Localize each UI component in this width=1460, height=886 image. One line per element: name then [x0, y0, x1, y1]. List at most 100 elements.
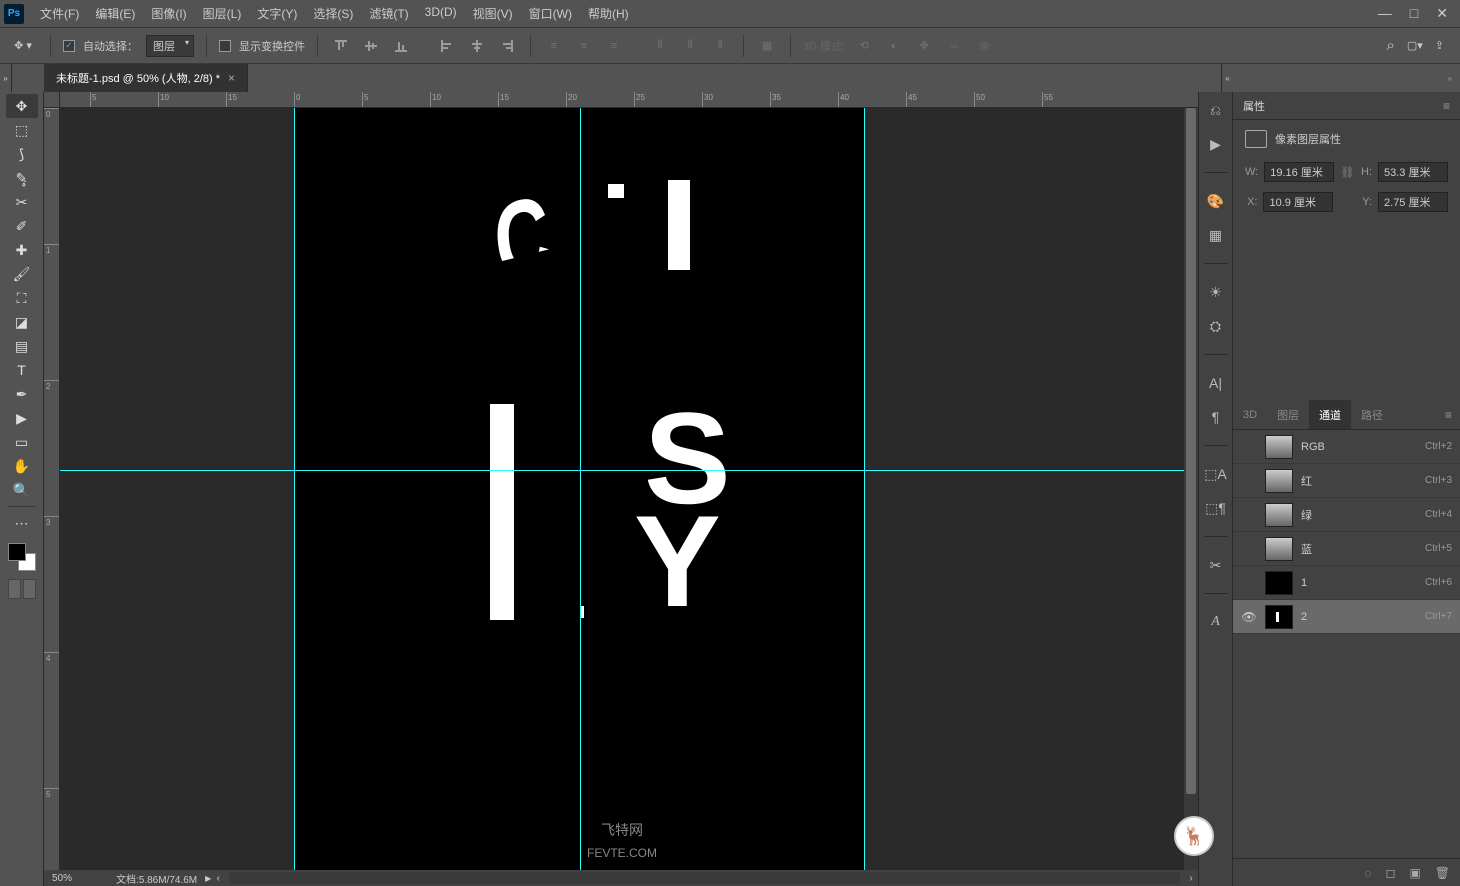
hand-tool[interactable]: ✋ [6, 454, 38, 478]
move-tool-icon[interactable]: ✥ ▾ [8, 34, 38, 58]
edit-toolbar[interactable]: ⋯ [6, 511, 38, 535]
screen-mode-icon[interactable]: ▢▾ [1407, 39, 1423, 52]
horizontal-scrollbar[interactable] [229, 872, 1180, 884]
channel-row[interactable]: 蓝Ctrl+5 [1233, 532, 1460, 566]
doc-info[interactable]: 文档:5.86M/74.6M [108, 871, 205, 886]
marquee-tool[interactable]: ⬚ [6, 118, 38, 142]
load-selection-icon[interactable]: ◌ [1364, 866, 1371, 880]
pen-tool[interactable]: ✒ [6, 382, 38, 406]
menu-item[interactable]: 帮助(H) [580, 5, 637, 22]
menu-item[interactable]: 图像(I) [143, 5, 194, 22]
channel-row[interactable]: RGBCtrl+2 [1233, 430, 1460, 464]
channel-row[interactable]: 👁2Ctrl+7 [1233, 600, 1460, 634]
healing-tool[interactable]: ✚ [6, 238, 38, 262]
glyphs-panel-icon[interactable]: A [1204, 610, 1228, 634]
vertical-ruler[interactable]: 012345 [44, 108, 60, 870]
adjustments-panel-icon[interactable]: ☀ [1204, 280, 1228, 304]
align-bottom-icon[interactable] [390, 35, 412, 57]
collapse-dock-handle[interactable]: « [1221, 64, 1233, 92]
minimize-button[interactable]: — [1378, 5, 1392, 22]
search-icon[interactable]: ⌕ [1386, 37, 1394, 54]
channel-row[interactable]: 1Ctrl+6 [1233, 566, 1460, 600]
menu-item[interactable]: 文字(Y) [249, 5, 305, 22]
link-dimensions-icon[interactable]: ⛓ [1340, 164, 1354, 180]
align-vcenter-icon[interactable] [360, 35, 382, 57]
scroll-left-arrow[interactable]: ‹ [211, 873, 225, 884]
maximize-button[interactable]: □ [1410, 5, 1418, 22]
align-hcenter-icon[interactable] [466, 35, 488, 57]
menu-item[interactable]: 视图(V) [465, 5, 521, 22]
align-top-icon[interactable] [330, 35, 352, 57]
visibility-toggle[interactable]: 👁 [1241, 610, 1257, 624]
guide-horizontal[interactable] [60, 470, 1184, 471]
quick-select-tool[interactable]: ✎̥ [6, 166, 38, 190]
eyedropper-tool[interactable]: ✐ [6, 214, 38, 238]
menu-item[interactable]: 编辑(E) [87, 5, 143, 22]
tab-channels[interactable]: 通道 [1309, 400, 1351, 429]
guide-vertical[interactable] [580, 108, 581, 870]
x-input[interactable] [1263, 192, 1333, 212]
history-panel-icon[interactable]: ⎌ [1204, 98, 1228, 122]
canvas-viewport[interactable]: C S Y 飞特网 FEVTE.COM [60, 108, 1184, 870]
menu-item[interactable]: 文件(F) [32, 5, 87, 22]
quickmask-toggle[interactable] [8, 579, 36, 599]
color-swatch[interactable] [8, 543, 36, 571]
crop-tool[interactable]: ✂ [6, 190, 38, 214]
layer-type-dropdown[interactable]: 图层 [146, 35, 194, 57]
new-channel-icon[interactable]: ▣ [1409, 866, 1420, 880]
menu-item[interactable]: 图层(L) [195, 5, 250, 22]
char-styles-icon[interactable]: ⬚A [1204, 462, 1228, 486]
horizontal-ruler[interactable]: 151050510152025303540455055 [60, 92, 1198, 108]
align-left-icon[interactable] [436, 35, 458, 57]
shape-tool[interactable]: ▭ [6, 430, 38, 454]
tab-3d[interactable]: 3D [1233, 400, 1267, 429]
delete-channel-icon[interactable]: 🗑 [1435, 866, 1450, 880]
properties-panel-header[interactable]: 属性 ≡ [1233, 92, 1460, 120]
menu-item[interactable]: 窗口(W) [521, 5, 580, 22]
tab-layers[interactable]: 图层 [1267, 400, 1309, 429]
scroll-right-arrow[interactable]: › [1184, 873, 1198, 884]
vertical-scrollbar[interactable] [1184, 108, 1198, 870]
y-input[interactable] [1378, 192, 1448, 212]
document-tab[interactable]: 未标题-1.psd @ 50% (人物, 2/8) * × [44, 64, 248, 92]
guide-vertical[interactable] [294, 108, 295, 870]
channel-row[interactable]: 绿Ctrl+4 [1233, 498, 1460, 532]
height-input[interactable] [1378, 162, 1448, 182]
show-transform-checkbox[interactable] [219, 40, 231, 52]
collapse-panels-handle[interactable]: » [1233, 64, 1460, 92]
auto-select-checkbox[interactable] [63, 40, 75, 52]
channel-row[interactable]: 红Ctrl+3 [1233, 464, 1460, 498]
stamp-tool[interactable]: ⛶ [6, 286, 38, 310]
tab-close-icon[interactable]: × [228, 71, 235, 85]
brush-tool[interactable]: 🖌 [6, 262, 38, 286]
panel-menu-icon[interactable]: ≡ [1443, 99, 1450, 113]
eraser-tool[interactable]: ◪ [6, 310, 38, 334]
paragraph-panel-icon[interactable]: ¶ [1204, 405, 1228, 429]
modify-panel-icon[interactable]: ✂ [1204, 553, 1228, 577]
width-input[interactable] [1264, 162, 1334, 182]
color-panel-icon[interactable]: 🎨 [1204, 189, 1228, 213]
swatches-panel-icon[interactable]: ▦ [1204, 223, 1228, 247]
guide-vertical[interactable] [864, 108, 865, 870]
gradient-tool[interactable]: ▤ [6, 334, 38, 358]
zoom-level[interactable]: 50% [44, 873, 108, 884]
path-select-tool[interactable]: ▶ [6, 406, 38, 430]
menu-item[interactable]: 选择(S) [305, 5, 361, 22]
share-icon[interactable]: ⇪ [1435, 39, 1444, 52]
move-tool[interactable]: ✥ [6, 94, 38, 118]
styles-panel-icon[interactable]: ⛭ [1204, 314, 1228, 338]
expand-toolbar-handle[interactable]: » [0, 64, 12, 92]
character-panel-icon[interactable]: A| [1204, 371, 1228, 395]
zoom-tool[interactable]: 🔍 [6, 478, 38, 502]
menu-item[interactable]: 滤镜(T) [361, 5, 416, 22]
save-selection-icon[interactable]: ◻ [1385, 866, 1395, 880]
channels-menu-icon[interactable]: ≡ [1437, 408, 1460, 422]
menu-item[interactable]: 3D(D) [417, 5, 465, 22]
type-tool[interactable]: T [6, 358, 38, 382]
foreground-color[interactable] [8, 543, 26, 561]
tab-paths[interactable]: 路径 [1351, 400, 1393, 429]
close-button[interactable]: ✕ [1436, 5, 1448, 22]
lasso-tool[interactable]: ⟆ [6, 142, 38, 166]
actions-panel-icon[interactable]: ▶ [1204, 132, 1228, 156]
para-styles-icon[interactable]: ⬚¶ [1204, 496, 1228, 520]
